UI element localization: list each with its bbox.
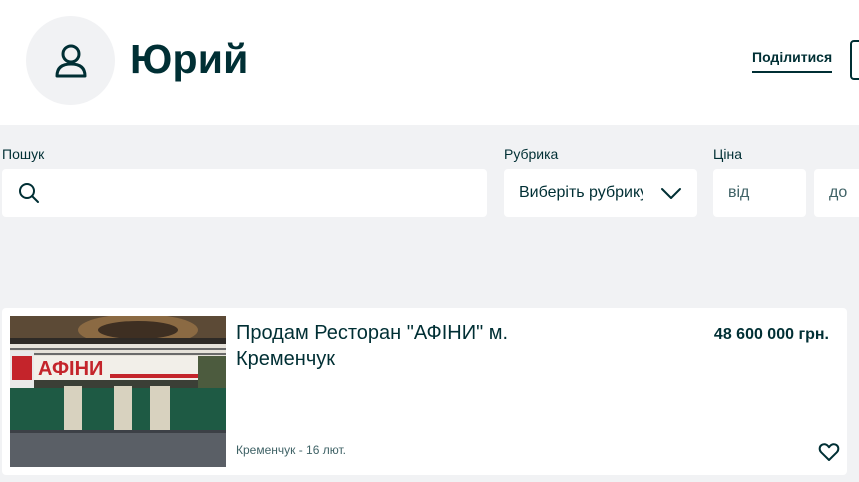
- share-link[interactable]: Поділитися: [752, 49, 833, 73]
- listing-card[interactable]: АФІНИ Продам Ресторан "АФІНИ" м. Кременч…: [2, 308, 847, 475]
- price-to-input[interactable]: до: [814, 169, 859, 217]
- price-from-input[interactable]: від: [713, 169, 806, 217]
- heart-icon[interactable]: [817, 440, 841, 469]
- category-select-value: Виберіть рубрику: [519, 184, 643, 201]
- price-label: Ціна: [713, 146, 742, 162]
- user-icon: [55, 44, 86, 77]
- chevron-down-icon: [659, 181, 683, 210]
- search-icon: [17, 181, 41, 210]
- listing-location-date: Кременчук - 16 лют.: [236, 443, 346, 457]
- price-from-placeholder: від: [728, 184, 750, 201]
- listing-photo[interactable]: АФІНИ: [10, 316, 226, 467]
- profile-header: Юрий Поділитися: [0, 0, 859, 125]
- header-action-button[interactable]: [850, 40, 859, 80]
- user-name: Юрий: [130, 36, 249, 82]
- listing-title[interactable]: Продам Ресторан "АФІНИ" м. Кременчук: [236, 320, 546, 372]
- price-to-placeholder: до: [829, 184, 848, 201]
- avatar: [26, 16, 115, 105]
- category-select[interactable]: Виберіть рубрику: [504, 169, 697, 217]
- search-input[interactable]: [2, 169, 487, 217]
- category-label: Рубрика: [504, 146, 559, 162]
- search-label: Пошук: [2, 146, 45, 162]
- listing-price: 48 600 000 грн.: [713, 326, 829, 343]
- listing-photo-sign-text: АФІНИ: [38, 358, 103, 380]
